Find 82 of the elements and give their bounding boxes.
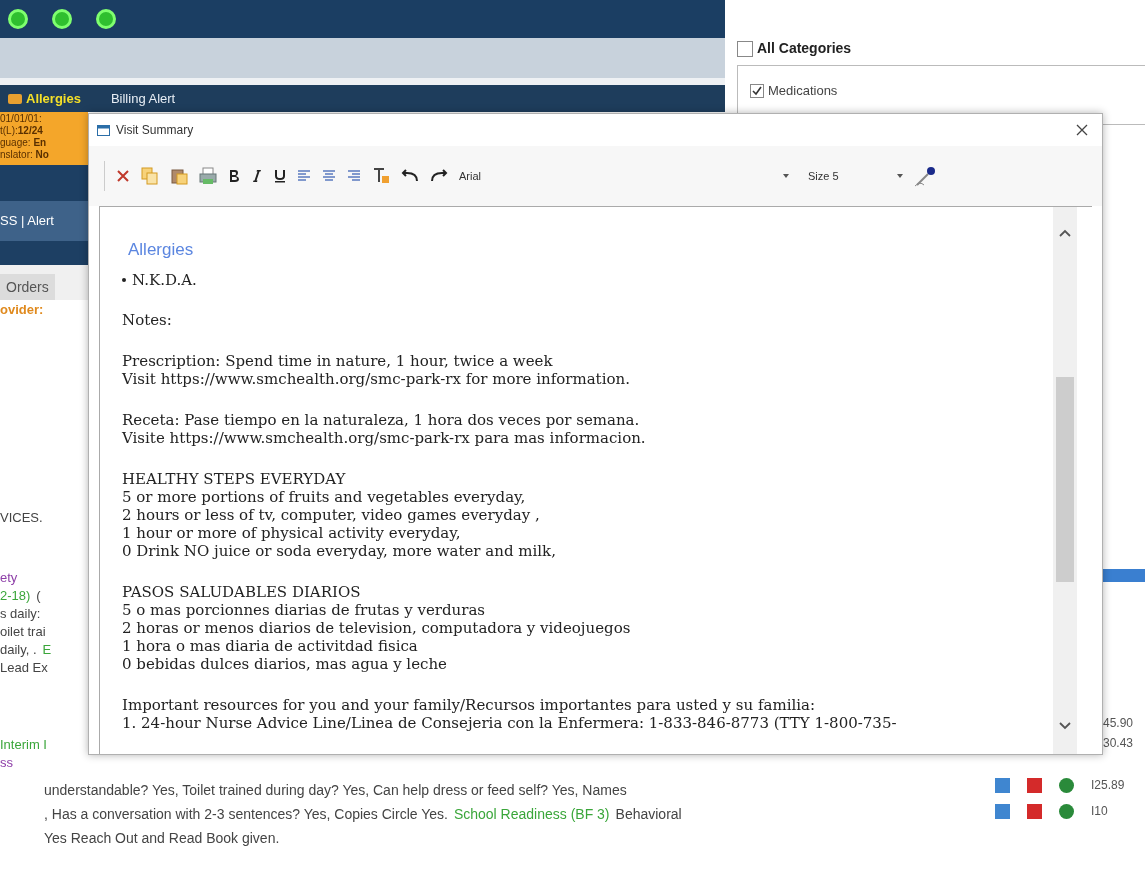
nav-links[interactable]: SS | Alert — [0, 211, 54, 231]
checkbox[interactable] — [750, 83, 764, 98]
summary-text: 5 o mas porcionnes diarias de frutas y verduras — [122, 601, 487, 619]
note-text: Lead Ex — [0, 659, 48, 678]
summary-text: PASOS SALUDABLES DIARIOS — [122, 583, 362, 601]
print-icon[interactable] — [199, 167, 217, 185]
align-center-icon[interactable] — [322, 169, 336, 183]
square-icon[interactable] — [995, 803, 1010, 819]
summary-text: 5 or more portions of fruits and vegetables everyday, — [122, 488, 527, 506]
dropdown-caret-icon — [897, 174, 903, 178]
summary-text: Visite https://www.smchealth.org/smc-park-rx para mas informacion. — [122, 429, 647, 447]
patient-info-text: nslator: No — [0, 149, 50, 161]
summary-text: Prescription: Spend time in nature, 1 hour, twice a week — [122, 352, 554, 370]
note-text: daily, . — [0, 641, 37, 660]
alert-link[interactable]: Billing Alert — [110, 88, 176, 109]
scrollbar[interactable] — [1053, 207, 1077, 754]
summary-text: 0 bebidas dulces diarios, mas agua y leche — [122, 655, 448, 673]
summary-text: Visit https://www.smchealth.org/smc-park-rx for more information. — [122, 370, 631, 388]
window-title: Visit Summary — [116, 122, 194, 139]
diagnosis-code: I25.89 — [1091, 777, 1125, 794]
delete-icon[interactable] — [116, 169, 130, 183]
bullet-icon — [122, 278, 126, 282]
note-text: ( — [36, 587, 41, 606]
minus-square-icon[interactable] — [1027, 777, 1042, 793]
scroll-down-icon[interactable] — [1059, 722, 1071, 730]
checkbox-label: Medications — [768, 82, 838, 100]
note-text: Behavioral — [615, 804, 682, 824]
patient-info-text: t(L):12/24 — [0, 125, 44, 137]
scroll-up-icon[interactable] — [1059, 229, 1071, 237]
align-left-icon[interactable] — [297, 169, 311, 183]
dropdown-caret-icon — [783, 174, 789, 178]
summary-text: 2 horas or menos diarios de television, computadora y videojuegos — [122, 619, 632, 637]
minus-square-icon[interactable] — [1027, 803, 1042, 819]
note-text: , Has a conversation with 2-3 sentences? Yes, Copies Circle Yes. — [44, 804, 448, 824]
window-icon — [97, 124, 110, 136]
font-select[interactable]: Arial — [459, 167, 789, 185]
note-text: ss — [0, 754, 13, 773]
summary-text: 1 hora o mas diaria de activitdad fisica — [122, 637, 419, 655]
checkbox-label: All Categories — [757, 39, 852, 58]
summary-text: Important resources for you and your family/Recursos importantes para usted y su familia: — [122, 696, 817, 714]
clear-format-icon[interactable] — [372, 167, 390, 185]
note-text: ety — [0, 569, 18, 588]
underline-icon[interactable] — [274, 169, 286, 183]
scrollbar-thumb[interactable] — [1056, 377, 1074, 582]
bold-icon[interactable] — [228, 169, 240, 183]
column-header — [1100, 569, 1145, 582]
checkbox[interactable] — [737, 40, 753, 57]
summary-text: 0 Drink NO juice or soda everyday, more water and milk, — [122, 542, 557, 560]
diagnosis-code: 30.43 — [1103, 735, 1134, 752]
note-link[interactable]: Interim I — [0, 735, 47, 755]
summary-text: 1. 24-hour Nurse Advice Line/Linea de Consejeria con la Enfermera: 1-833-846-8773 (TTY 1-800-735- — [122, 714, 898, 732]
list-item: N.K.D.A. — [132, 271, 197, 289]
alert-icon — [8, 93, 22, 104]
close-icon — [1076, 124, 1088, 136]
align-right-icon[interactable] — [347, 169, 361, 183]
patient-info-text: 01/01/01: — [0, 113, 43, 125]
undo-icon[interactable] — [401, 169, 419, 183]
color-picker-icon[interactable] — [914, 165, 938, 187]
redo-icon[interactable] — [430, 169, 448, 183]
italic-icon[interactable] — [251, 169, 263, 183]
summary-text: 2 hours or less of tv, computer, video games everyday , — [122, 506, 541, 524]
alert-link[interactable]: Allergies — [26, 88, 81, 109]
summary-text: Receta: Pase tiempo en la naturaleza, 1 hora dos veces por semana. — [122, 411, 641, 429]
summary-text: 1 hour or more of physical activity everyday, — [122, 524, 462, 542]
summary-text: Notes: — [122, 311, 173, 329]
note-text: ovider: — [0, 301, 44, 320]
note-text: oilet trai — [0, 623, 46, 642]
patient-info-text: guage: En — [0, 137, 48, 149]
note-link[interactable]: 2-18) — [0, 586, 31, 606]
note-text: s daily: — [0, 605, 41, 624]
summary-text: HEALTHY STEPS EVERYDAY — [122, 470, 347, 488]
diagnosis-code: 45.90 — [1103, 715, 1134, 732]
note-text: VICES. — [0, 509, 43, 528]
note-text: Yes Reach Out and Read Book given. — [44, 828, 280, 848]
section-heading: Allergies — [127, 239, 195, 261]
diagnosis-code: I10 — [1091, 803, 1108, 820]
tab[interactable]: Orders — [0, 274, 55, 300]
size-select[interactable]: Size 5 — [808, 167, 903, 185]
square-icon[interactable] — [995, 777, 1010, 793]
note-text: understandable? Yes, Toilet trained during day? Yes, Can help dress or feed self? Yes, Names — [44, 780, 627, 800]
paste-icon[interactable] — [170, 167, 188, 185]
note-link[interactable]: School Readiness (BF 3) — [453, 803, 610, 825]
